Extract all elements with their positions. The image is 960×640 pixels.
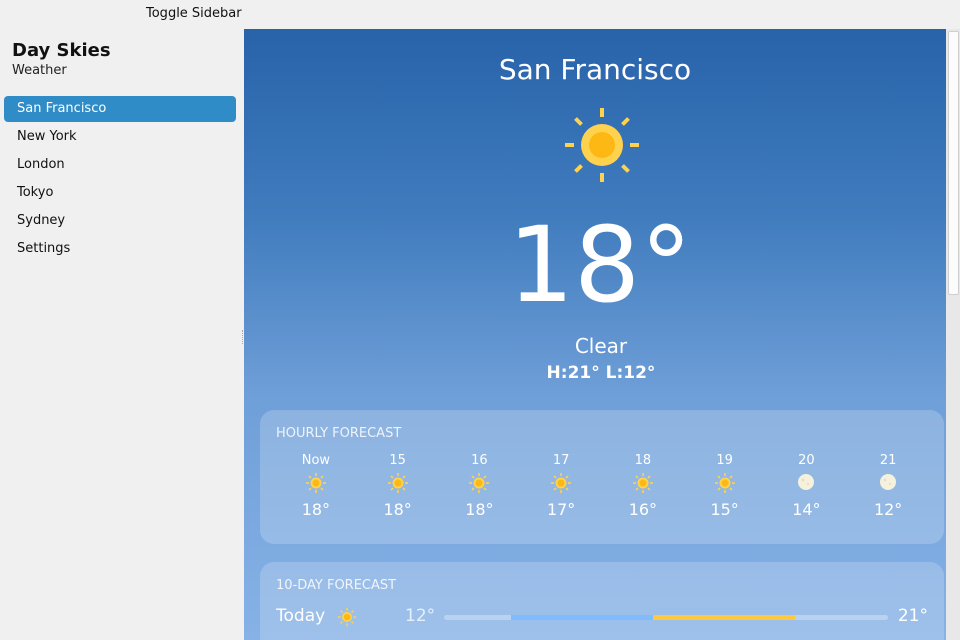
sun-icon (357, 472, 439, 494)
day-high-temperature: 21° (897, 606, 928, 626)
temperature-range-cool (510, 615, 653, 620)
hour-temperature: 14° (792, 500, 821, 519)
hour-item: 18 16° (602, 452, 684, 519)
hour-time: 19 (716, 453, 733, 468)
hour-time: 20 (798, 453, 815, 468)
toggle-sidebar-button[interactable]: Toggle Sidebar (146, 6, 242, 22)
weather-panel: San Francisco 18° Clear H:21° L:12° HOUR… (244, 29, 946, 640)
hour-time: Now (301, 453, 331, 468)
hour-time: 18 (634, 453, 652, 468)
top-toolbar: Toggle Sidebar (0, 0, 960, 29)
sidebar: Day Skies Weather San Francisco New York… (0, 29, 242, 640)
sun-icon (520, 472, 602, 494)
sun-icon (275, 472, 357, 494)
sidebar-nav: San Francisco New York London Tokyo Sydn… (4, 96, 236, 264)
hour-temperature: 18° (383, 500, 412, 519)
hour-temperature: 12° (873, 500, 903, 519)
temperature-range-bar (444, 615, 888, 620)
hour-item: 17 17° (520, 452, 602, 519)
app-title: Day Skies (12, 40, 111, 61)
temperature-range-warm (652, 615, 795, 620)
day-name: Today (276, 606, 326, 626)
hour-temperature: 18° (301, 500, 331, 519)
sidebar-item-tokyo[interactable]: Tokyo (4, 180, 236, 206)
sidebar-item-london[interactable]: London (4, 152, 236, 178)
moon-icon (766, 472, 848, 494)
daily-forecast-label: 10-DAY FORECAST (276, 578, 397, 593)
sun-icon (684, 472, 766, 494)
hourly-forecast-list: Now 18° 15 18° 16 18° 17 17° 18 16° 19 1… (275, 452, 929, 519)
hour-time: 15 (389, 453, 406, 468)
day-low-temperature: 12° (405, 606, 436, 626)
hour-temperature: 18° (465, 500, 494, 519)
hourly-forecast-card: HOURLY FORECAST Now 18° 15 18° 16 18° 17… (260, 410, 944, 544)
hour-item: 21 12° (847, 452, 929, 519)
sun-icon (337, 607, 357, 631)
hour-item: 19 15° (684, 452, 766, 519)
scrollbar-thumb[interactable] (948, 31, 959, 295)
city-name: San Francisco (498, 53, 692, 86)
hour-item: 15 18° (357, 452, 439, 519)
vertical-scrollbar[interactable] (946, 29, 960, 640)
hour-time: 17 (552, 453, 570, 468)
hour-item: 20 14° (766, 452, 848, 519)
sidebar-item-new-york[interactable]: New York (4, 124, 236, 150)
daily-forecast-card: 10-DAY FORECAST Today 12° 21° (260, 562, 944, 640)
current-temperature: 18° (507, 204, 693, 326)
sun-icon (602, 472, 684, 494)
sun-icon (439, 472, 521, 494)
sun-icon (562, 105, 642, 189)
hourly-forecast-label: HOURLY FORECAST (276, 426, 402, 441)
hour-item: 16 18° (439, 452, 521, 519)
hour-time: 16 (471, 453, 488, 468)
sidebar-item-sydney[interactable]: Sydney (4, 208, 236, 234)
hour-item: Now 18° (275, 452, 357, 519)
day-row: Today 12° 21° (276, 606, 928, 628)
hour-temperature: 16° (628, 500, 658, 519)
moon-icon (847, 472, 929, 494)
current-condition: Clear (574, 334, 628, 358)
app-subtitle: Weather (12, 63, 67, 78)
sidebar-item-san-francisco[interactable]: San Francisco (4, 96, 236, 122)
hour-time: 21 (879, 453, 897, 468)
sidebar-item-settings[interactable]: Settings (4, 236, 236, 262)
high-low-temperature: H:21° L:12° (546, 363, 656, 383)
hour-temperature: 15° (710, 500, 739, 519)
hour-temperature: 17° (546, 500, 576, 519)
